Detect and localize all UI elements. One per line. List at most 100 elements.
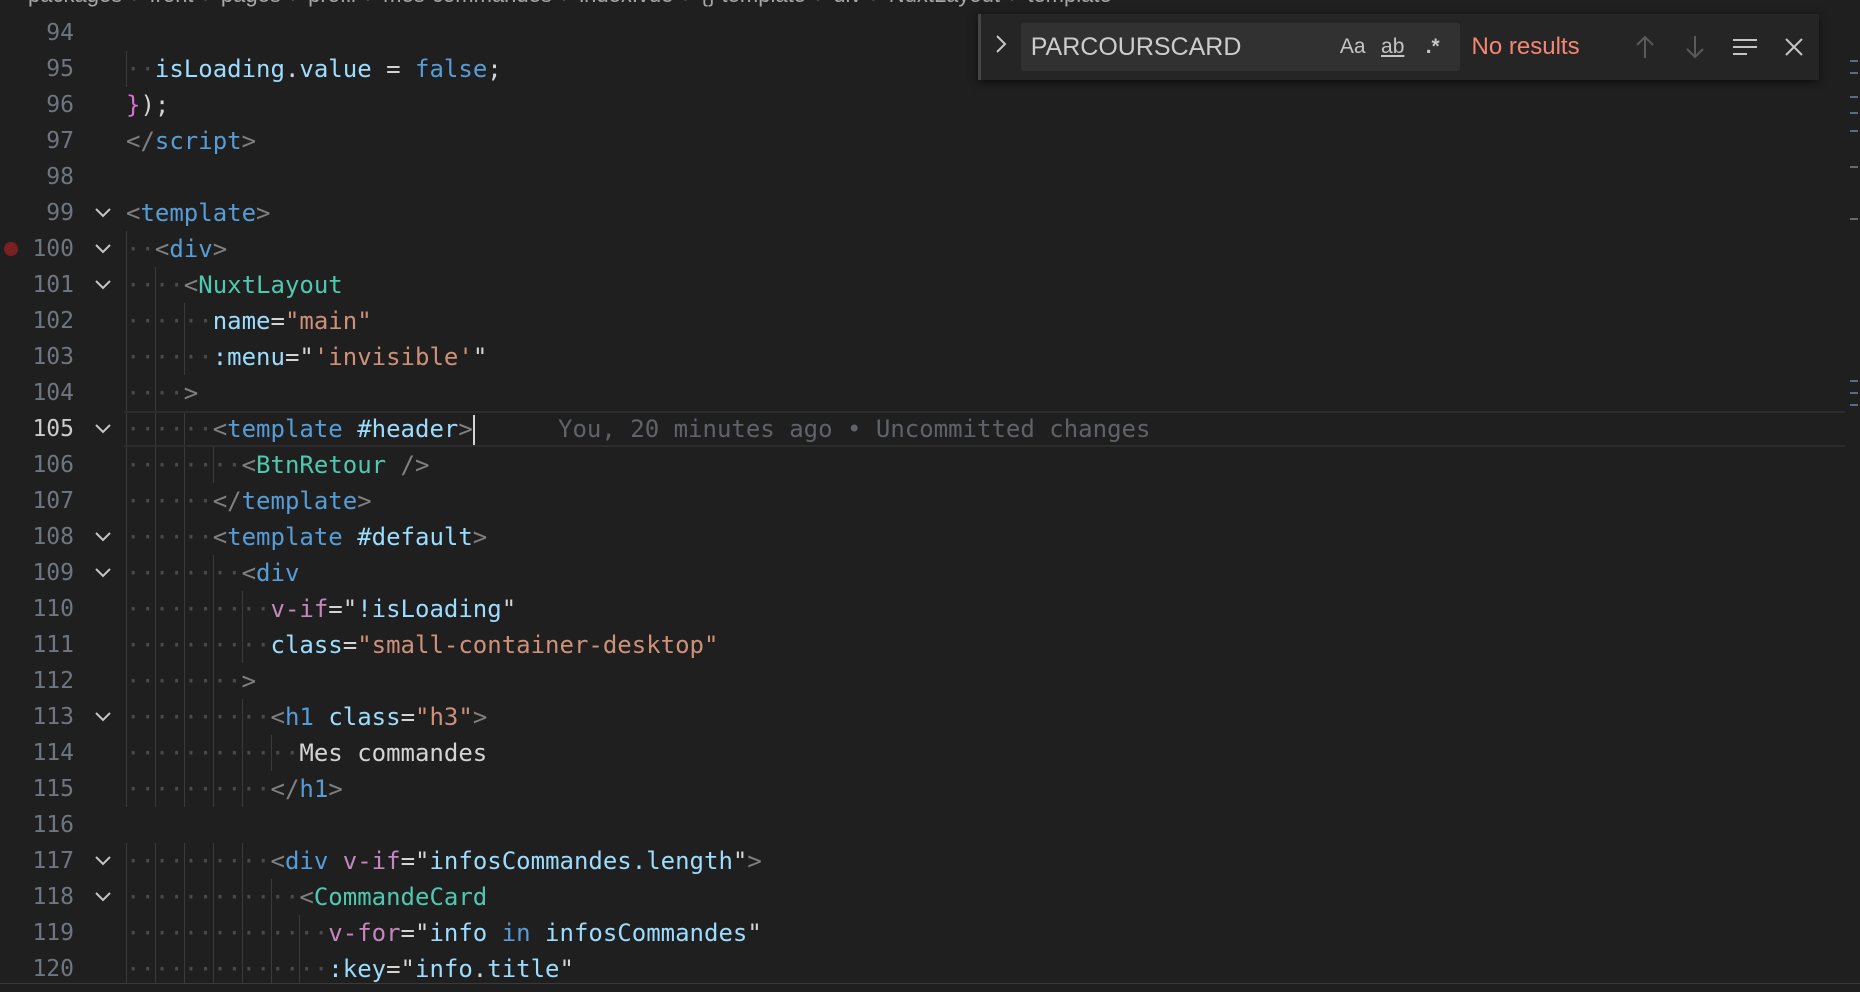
fold-chevron-icon[interactable]: [92, 231, 114, 267]
code-token: NuxtLayout: [198, 271, 343, 299]
code-token: ;: [487, 55, 502, 83]
fold-chevron-icon[interactable]: [92, 555, 114, 591]
code-token: =: [371, 55, 416, 83]
code-line[interactable]: 116: [0, 807, 1845, 843]
breadcrumb-item[interactable]: NuxtLayout: [889, 0, 1000, 7]
close-find-button[interactable]: [1769, 27, 1819, 67]
code-line[interactable]: 112 ········>: [0, 663, 1845, 699]
match-case-button[interactable]: Aa: [1333, 35, 1373, 59]
breadcrumb-item[interactable]: packages: [28, 0, 122, 7]
code-token: </: [126, 127, 155, 155]
code-line[interactable]: 101 ····<NuxtLayout: [0, 267, 1845, 303]
whitespace-dots: ············: [126, 883, 300, 911]
line-number: 97: [46, 128, 74, 154]
match-whole-word-button[interactable]: ab: [1373, 35, 1413, 59]
fold-chevron-icon[interactable]: [92, 411, 114, 447]
breadcrumb-item[interactable]: template: [1027, 0, 1111, 7]
code-line[interactable]: 106 ········<BtnRetour />: [0, 447, 1845, 483]
code-token: template: [241, 487, 358, 515]
code-token: 'invisible': [313, 343, 473, 371]
code-token: ": [747, 919, 762, 947]
code-token: ": [559, 955, 574, 983]
code-text: ··<div>: [126, 231, 227, 267]
code-token: >: [183, 379, 199, 407]
code-token: <: [212, 523, 228, 551]
code-text: });: [126, 87, 169, 123]
previous-match-button[interactable]: [1620, 27, 1670, 67]
code-line[interactable]: 107 ······</template>: [0, 483, 1845, 519]
code-text: ········>: [126, 663, 256, 699]
breadcrumb-item[interactable]: front: [150, 0, 194, 7]
code-line[interactable]: 105 ······<template #header> You, 20 minut…: [0, 411, 1845, 447]
line-number: 118: [32, 884, 74, 910]
use-regex-button[interactable]: .*: [1413, 35, 1453, 59]
line-number: 120: [32, 956, 74, 982]
next-match-button[interactable]: [1670, 27, 1720, 67]
editor-lines[interactable]: 94 95 ··isLoading.value = false; 96}); 97 </s…: [0, 15, 1845, 987]
code-token: "h3": [415, 703, 473, 731]
find-status: No results: [1471, 33, 1580, 60]
fold-chevron-icon[interactable]: [92, 267, 114, 303]
code-line[interactable]: 102 ······name="main": [0, 303, 1845, 339]
breadcrumb-item[interactable]: div: [833, 0, 861, 7]
code-line[interactable]: 113 ··········<h1 class="h3">: [0, 699, 1845, 735]
code-line[interactable]: 109 ········<div: [0, 555, 1845, 591]
code-editor[interactable]: packages › front › pages › profil › mes-commande…: [0, 0, 1860, 992]
line-number: 94: [46, 20, 74, 46]
whitespace-dots: ··············: [126, 919, 329, 947]
code-token: class: [270, 631, 343, 659]
find-in-selection-button[interactable]: [1720, 27, 1770, 67]
code-text: ······name="main": [126, 303, 372, 339]
code-line[interactable]: 114 ············Mes commandes: [0, 735, 1845, 771]
minimap[interactable]: [1846, 0, 1860, 992]
code-token: <: [126, 199, 141, 227]
horizontal-scrollbar[interactable]: [0, 983, 1860, 992]
toggle-replace-button[interactable]: [981, 33, 1021, 62]
whitespace-dots: ············: [126, 739, 300, 767]
code-line[interactable]: 117 ··········<div v-if="infosCommandes.l…: [0, 843, 1845, 879]
code-token: template: [140, 199, 257, 227]
breadcrumb-item[interactable]: pages: [221, 0, 281, 7]
code-line[interactable]: 120 ··············:key="info.title": [0, 951, 1845, 987]
code-line[interactable]: 115 ··········</h1>: [0, 771, 1845, 807]
breadcrumb-item[interactable]: mes-commandes: [383, 0, 552, 7]
whitespace-dots: ········: [126, 667, 242, 695]
code-line[interactable]: 96});: [0, 87, 1845, 123]
whitespace-dots: ········: [126, 559, 242, 587]
fold-chevron-icon[interactable]: [92, 519, 114, 555]
code-line[interactable]: 97 </script>: [0, 123, 1845, 159]
code-token: info: [415, 955, 473, 983]
code-line[interactable]: 118 ············<CommandeCard: [0, 879, 1845, 915]
code-token: #default: [357, 523, 473, 551]
fold-chevron-icon[interactable]: [92, 195, 114, 231]
code-line[interactable]: 103 ······:menu="'invisible'": [0, 339, 1845, 375]
text-cursor: [472, 415, 475, 445]
code-line[interactable]: 100 ··<div>: [0, 231, 1845, 267]
fold-chevron-icon[interactable]: [92, 879, 114, 915]
code-token: <: [270, 703, 285, 731]
code-token: div: [256, 559, 300, 587]
whitespace-dots: ··········: [126, 703, 271, 731]
code-token: #header: [357, 415, 459, 443]
code-token: .: [472, 955, 488, 983]
breadcrumb-item[interactable]: {} template: [701, 0, 806, 7]
line-number: 109: [32, 560, 74, 586]
breadcrumb-item[interactable]: index.vue: [579, 0, 673, 7]
find-input[interactable]: [1020, 31, 1333, 63]
code-line[interactable]: 99 <template>: [0, 195, 1845, 231]
code-token: ": [732, 847, 748, 875]
code-line[interactable]: 104 ····>: [0, 375, 1845, 411]
fold-chevron-icon[interactable]: [92, 843, 114, 879]
breadcrumb-separator: ›: [562, 0, 569, 7]
whitespace-dots: ······: [126, 307, 213, 335]
code-token: =: [284, 343, 300, 371]
code-line[interactable]: 111 ··········class="small-container-desk…: [0, 627, 1845, 663]
code-line[interactable]: 108 ······<template #default>: [0, 519, 1845, 555]
code-line[interactable]: 98: [0, 159, 1845, 195]
code-line[interactable]: 110 ··········v-if="!isLoading": [0, 591, 1845, 627]
line-number: 103: [32, 344, 74, 370]
fold-chevron-icon[interactable]: [92, 699, 114, 735]
breadcrumb-item[interactable]: profil: [308, 0, 356, 7]
code-line[interactable]: 119 ··············v-for="info in infosCom…: [0, 915, 1845, 951]
line-number: 105: [32, 416, 74, 442]
